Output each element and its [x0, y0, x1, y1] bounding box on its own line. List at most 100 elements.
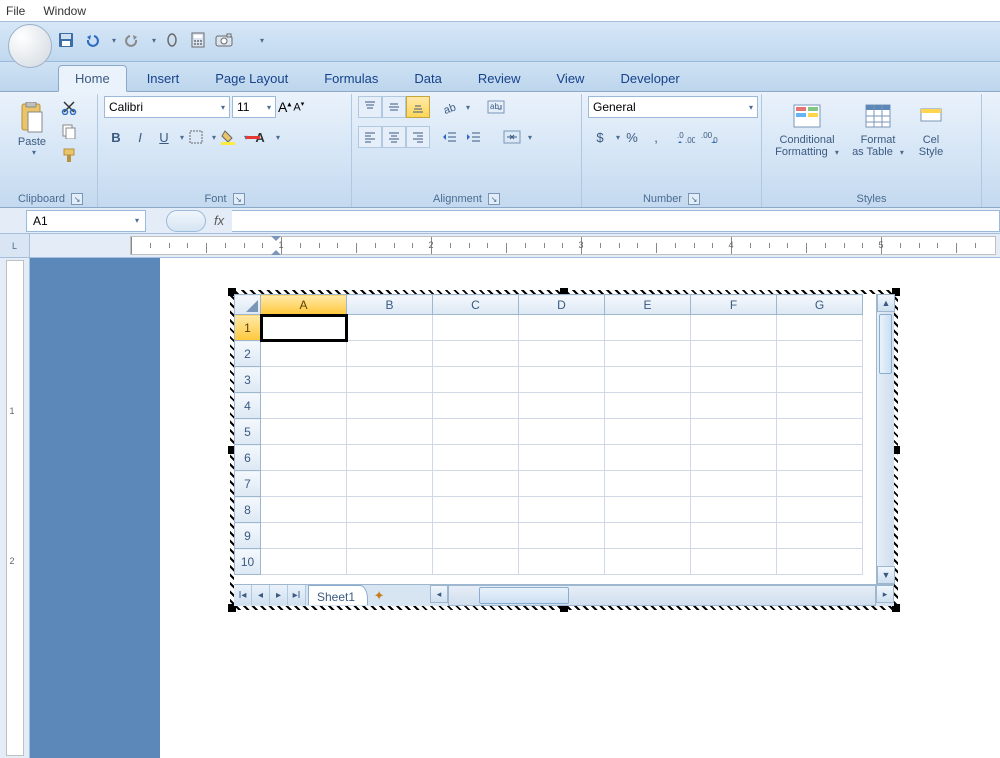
- cell-B4[interactable]: [347, 393, 433, 419]
- cell-G10[interactable]: [777, 549, 863, 575]
- number-launcher[interactable]: ↘: [688, 193, 700, 205]
- cell-B10[interactable]: [347, 549, 433, 575]
- cell-C7[interactable]: [433, 471, 519, 497]
- alignment-launcher[interactable]: ↘: [488, 193, 500, 205]
- sheet-last-icon[interactable]: ▸I: [288, 585, 306, 605]
- cell-G1[interactable]: [777, 315, 863, 341]
- qat-calculator-icon[interactable]: [188, 30, 208, 50]
- undo-dropdown[interactable]: ▾: [112, 36, 116, 45]
- row-header-8[interactable]: 8: [235, 497, 261, 523]
- cell-A3[interactable]: [261, 367, 347, 393]
- number-format-select[interactable]: General▾: [588, 96, 758, 118]
- cell-F4[interactable]: [691, 393, 777, 419]
- fill-color-button[interactable]: [216, 126, 240, 148]
- qat-customize-dropdown[interactable]: ▾: [260, 36, 264, 45]
- cell-E8[interactable]: [605, 497, 691, 523]
- wrap-text-icon[interactable]: ab: [484, 96, 508, 118]
- cell-D2[interactable]: [519, 341, 605, 367]
- col-header-A[interactable]: A: [261, 295, 347, 315]
- tab-page-layout[interactable]: Page Layout: [199, 66, 304, 91]
- cell-D4[interactable]: [519, 393, 605, 419]
- cell-F6[interactable]: [691, 445, 777, 471]
- tab-review[interactable]: Review: [462, 66, 537, 91]
- sheet-first-icon[interactable]: I◂: [234, 585, 252, 605]
- embedded-spreadsheet-object[interactable]: ABCDEFG12345678910 ▲ ▼ I◂ ◂ ▸ ▸I Sheet1 …: [230, 290, 898, 610]
- bold-button[interactable]: B: [104, 126, 128, 148]
- scroll-up-icon[interactable]: ▲: [877, 294, 895, 312]
- cell-A1[interactable]: [261, 315, 347, 341]
- menu-file[interactable]: File: [6, 4, 25, 18]
- cell-D1[interactable]: [519, 315, 605, 341]
- save-icon[interactable]: [56, 30, 76, 50]
- scroll-down-icon[interactable]: ▼: [877, 566, 895, 584]
- border-button[interactable]: [184, 126, 208, 148]
- paste-button[interactable]: Paste ▾: [10, 96, 54, 162]
- cell-G3[interactable]: [777, 367, 863, 393]
- cell-C3[interactable]: [433, 367, 519, 393]
- cell-E2[interactable]: [605, 341, 691, 367]
- cell-E3[interactable]: [605, 367, 691, 393]
- cell-E4[interactable]: [605, 393, 691, 419]
- redo-icon[interactable]: [122, 30, 142, 50]
- cell-A6[interactable]: [261, 445, 347, 471]
- cell-F10[interactable]: [691, 549, 777, 575]
- cell-F3[interactable]: [691, 367, 777, 393]
- increase-indent-icon[interactable]: [462, 126, 486, 148]
- tab-home[interactable]: Home: [58, 65, 127, 92]
- cell-D6[interactable]: [519, 445, 605, 471]
- col-header-F[interactable]: F: [691, 295, 777, 315]
- cell-A5[interactable]: [261, 419, 347, 445]
- horizontal-ruler[interactable]: 12345: [130, 236, 996, 255]
- row-header-10[interactable]: 10: [235, 549, 261, 575]
- undo-icon[interactable]: [82, 30, 102, 50]
- align-bottom-icon[interactable]: [406, 96, 430, 118]
- cell-A4[interactable]: [261, 393, 347, 419]
- format-as-table-button[interactable]: Format as Table ▾: [850, 96, 906, 162]
- cell-B5[interactable]: [347, 419, 433, 445]
- format-painter-icon[interactable]: [58, 144, 80, 166]
- row-header-1[interactable]: 1: [235, 315, 261, 341]
- italic-button[interactable]: I: [128, 126, 152, 148]
- align-center-icon[interactable]: [382, 126, 406, 148]
- cell-E7[interactable]: [605, 471, 691, 497]
- cell-styles-button[interactable]: Cel Style: [910, 96, 952, 162]
- cell-A2[interactable]: [261, 341, 347, 367]
- cell-F8[interactable]: [691, 497, 777, 523]
- cell-E5[interactable]: [605, 419, 691, 445]
- tab-insert[interactable]: Insert: [131, 66, 196, 91]
- col-header-E[interactable]: E: [605, 295, 691, 315]
- align-right-icon[interactable]: [406, 126, 430, 148]
- scroll-right-icon[interactable]: ▸: [876, 585, 894, 603]
- formula-input[interactable]: [232, 210, 1000, 232]
- row-header-5[interactable]: 5: [235, 419, 261, 445]
- align-left-icon[interactable]: [358, 126, 382, 148]
- cell-G6[interactable]: [777, 445, 863, 471]
- cell-G2[interactable]: [777, 341, 863, 367]
- cell-B3[interactable]: [347, 367, 433, 393]
- underline-button[interactable]: U: [152, 126, 176, 148]
- cell-G9[interactable]: [777, 523, 863, 549]
- office-button[interactable]: [8, 24, 52, 68]
- merge-dropdown[interactable]: ▾: [528, 133, 532, 142]
- qat-camera-icon[interactable]: [214, 30, 234, 50]
- col-header-D[interactable]: D: [519, 295, 605, 315]
- cell-F1[interactable]: [691, 315, 777, 341]
- tab-formulas[interactable]: Formulas: [308, 66, 394, 91]
- cell-F9[interactable]: [691, 523, 777, 549]
- row-header-6[interactable]: 6: [235, 445, 261, 471]
- cell-A9[interactable]: [261, 523, 347, 549]
- cell-G4[interactable]: [777, 393, 863, 419]
- cell-C5[interactable]: [433, 419, 519, 445]
- horizontal-scrollbar[interactable]: ◂ ▸: [430, 585, 894, 606]
- cell-G5[interactable]: [777, 419, 863, 445]
- name-box[interactable]: A1 ▾: [26, 210, 146, 232]
- cell-A10[interactable]: [261, 549, 347, 575]
- increase-decimal-icon[interactable]: .0.00: [674, 126, 698, 148]
- font-size-select[interactable]: 11▾: [232, 96, 276, 118]
- redo-dropdown[interactable]: ▾: [152, 36, 156, 45]
- cell-F5[interactable]: [691, 419, 777, 445]
- cell-F7[interactable]: [691, 471, 777, 497]
- spreadsheet-grid[interactable]: ABCDEFG12345678910: [234, 294, 863, 575]
- align-top-icon[interactable]: [358, 96, 382, 118]
- cut-icon[interactable]: [58, 96, 80, 118]
